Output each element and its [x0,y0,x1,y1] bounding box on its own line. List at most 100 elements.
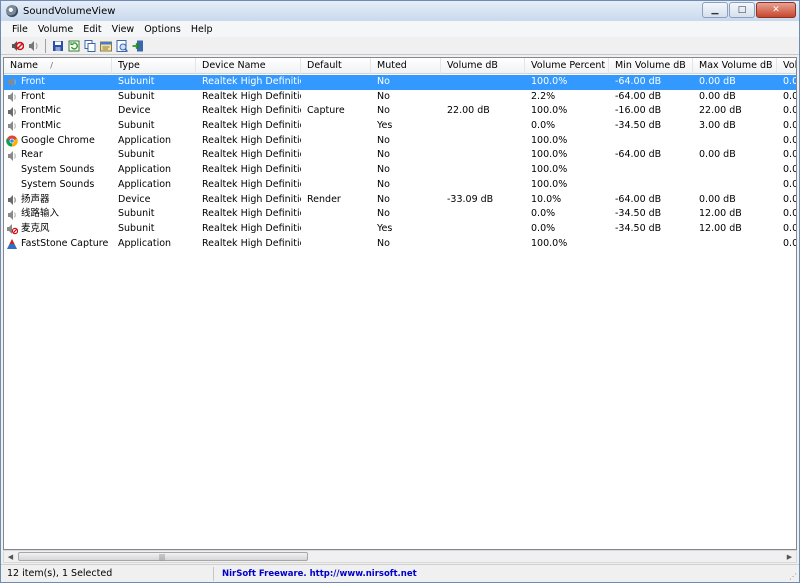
menu-options[interactable]: Options [139,24,186,35]
cell-volume-db [441,148,525,163]
unmute-button[interactable] [25,38,41,54]
table-row[interactable]: 线路输入 Subunit Realtek High Definitio... No 0.… [4,207,796,222]
html-report-icon [116,39,128,52]
scrollbar-thumb[interactable]: ||| [18,552,308,561]
table-row[interactable]: FrontMic Subunit Realtek High Definitio...… [4,119,796,134]
cell-vol: 0.0 [783,76,797,87]
table-row[interactable]: FastStone Capture Application Realtek High… [4,237,796,252]
cell-type: Subunit [118,222,155,234]
cell-default [301,134,371,149]
cell-default: Capture [307,105,345,117]
maximize-button[interactable]: □ [729,2,755,18]
column-header-min-volume-db[interactable]: Min Volume dB [609,58,693,74]
cell-type: Subunit [118,90,155,102]
copy-icon [84,39,96,52]
cell-name-text: System Sounds [21,164,95,176]
column-header-volume-percent[interactable]: Volume Percent [525,58,609,74]
cell-muted: No [377,90,390,102]
table-row[interactable]: System Sounds Application Realtek High Def… [4,163,796,178]
faststone-icon [6,238,18,250]
table-row[interactable]: Front Subunit Realtek High Definitio... No 2… [4,90,797,105]
menu-view[interactable]: View [107,24,140,35]
column-header-volume-db[interactable]: Volume dB [441,58,525,74]
cell-max-volume-db: 12.00 dB [699,222,742,234]
table-row[interactable]: Google Chrome Application Realtek High Def… [4,134,796,149]
close-button[interactable]: ✕ [756,2,796,18]
sort-ascending-icon: / [50,61,53,70]
table-row[interactable]: 麦克风 Subunit Realtek High Definitio... Yes 0.… [4,222,796,237]
table-row[interactable]: FrontMic Device Realtek High Definitio... C… [4,104,797,119]
column-header-device-name[interactable]: Device Name [196,58,301,74]
cell-name: FastStone Capture [4,237,112,252]
table-row[interactable]: Rear Subunit Realtek High Definitio... No 10… [4,148,796,163]
cell-min-volume-db: -64.00 dB [615,76,662,87]
cell-max-volume-db: 0.00 dB [699,76,736,87]
speaker-icon [6,194,18,206]
minimize-button[interactable]: ▁ [702,2,728,18]
cell-default: Render [307,193,341,205]
menu-edit[interactable]: Edit [78,24,106,35]
cell-default [301,163,371,178]
cell-volume-db [441,222,525,237]
cell-muted: Yes [377,222,393,234]
maximize-icon: □ [737,5,747,15]
mute-button[interactable] [9,38,25,54]
column-header-type[interactable]: Type [112,58,196,74]
cell-volume-db [441,119,525,134]
column-header-default[interactable]: Default [301,58,371,74]
properties-button[interactable] [98,38,114,54]
cell-volume-db [441,134,525,149]
minimize-icon: ▁ [711,5,719,15]
cell-device-name: Realtek High Definitio... [202,193,301,205]
list-rows: Front Subunit Realtek High Definitio... No 1… [4,75,797,252]
cell-default [301,207,371,222]
cell-name-text: Front [21,76,46,87]
scroll-right-arrow-icon[interactable]: ▶ [783,551,796,562]
column-header-max-volume-db[interactable]: Max Volume dB [693,58,777,74]
column-header-name[interactable]: Name / [4,58,112,74]
horizontal-scrollbar[interactable]: ◀ ||| ▶ [3,550,797,563]
cell-default [301,222,371,237]
nirsoft-link[interactable]: NirSoft Freeware. http://www.nirsoft.net [214,569,417,579]
cell-max-volume-db [693,178,777,193]
cell-name: Front [4,90,112,105]
exit-button[interactable] [130,38,146,54]
scroll-left-arrow-icon[interactable]: ◀ [4,551,17,562]
table-row[interactable]: 扬声器 Device Realtek High Definitio... Render… [4,193,796,208]
menu-help[interactable]: Help [186,24,218,35]
cell-name: Front [4,75,112,90]
copy-button[interactable] [82,38,98,54]
title-bar[interactable]: SoundVolumeView ▁ □ ✕ [1,1,799,21]
table-row[interactable]: System Sounds Application Realtek High Def… [4,178,796,193]
column-header-muted[interactable]: Muted [371,58,441,74]
html-report-button[interactable] [114,38,130,54]
cell-muted: No [377,237,390,249]
sound-items-list[interactable]: Name / Type Device Name Default Muted Vo… [3,57,797,550]
chrome-icon [6,135,18,147]
refresh-button[interactable] [66,38,82,54]
speaker-icon [6,106,18,118]
cell-vol: 0.0 [783,90,797,102]
menu-file[interactable]: File [7,24,33,35]
menu-bar: File Volume Edit View Options Help [1,21,799,37]
cell-type: Application [118,134,172,146]
cell-max-volume-db: 0.00 dB [699,90,736,102]
cell-volume-percent: 100.0% [531,134,568,146]
cell-volume-percent: 100.0% [531,149,568,161]
cell-vol: 0.0 [783,105,797,117]
resize-grip-icon[interactable]: ⋰ [789,572,797,581]
table-row[interactable]: Front Subunit Realtek High Definitio... No 1… [4,75,797,90]
cell-volume-db: -33.09 dB [447,193,494,205]
column-header-vol[interactable]: Vol [777,58,796,74]
cell-device-name: Realtek High Definitio... [202,105,301,117]
cell-name: 扬声器 [4,193,112,208]
close-icon: ✕ [772,5,780,15]
save-button[interactable] [50,38,66,54]
cell-volume-percent: 100.0% [531,76,568,87]
cell-muted: No [377,178,390,190]
cell-max-volume-db [693,237,777,252]
cell-name: 线路输入 [4,207,112,222]
speaker-icon [6,120,18,132]
menu-volume[interactable]: Volume [33,24,78,35]
cell-device-name: Realtek High Definitio... [202,164,301,176]
